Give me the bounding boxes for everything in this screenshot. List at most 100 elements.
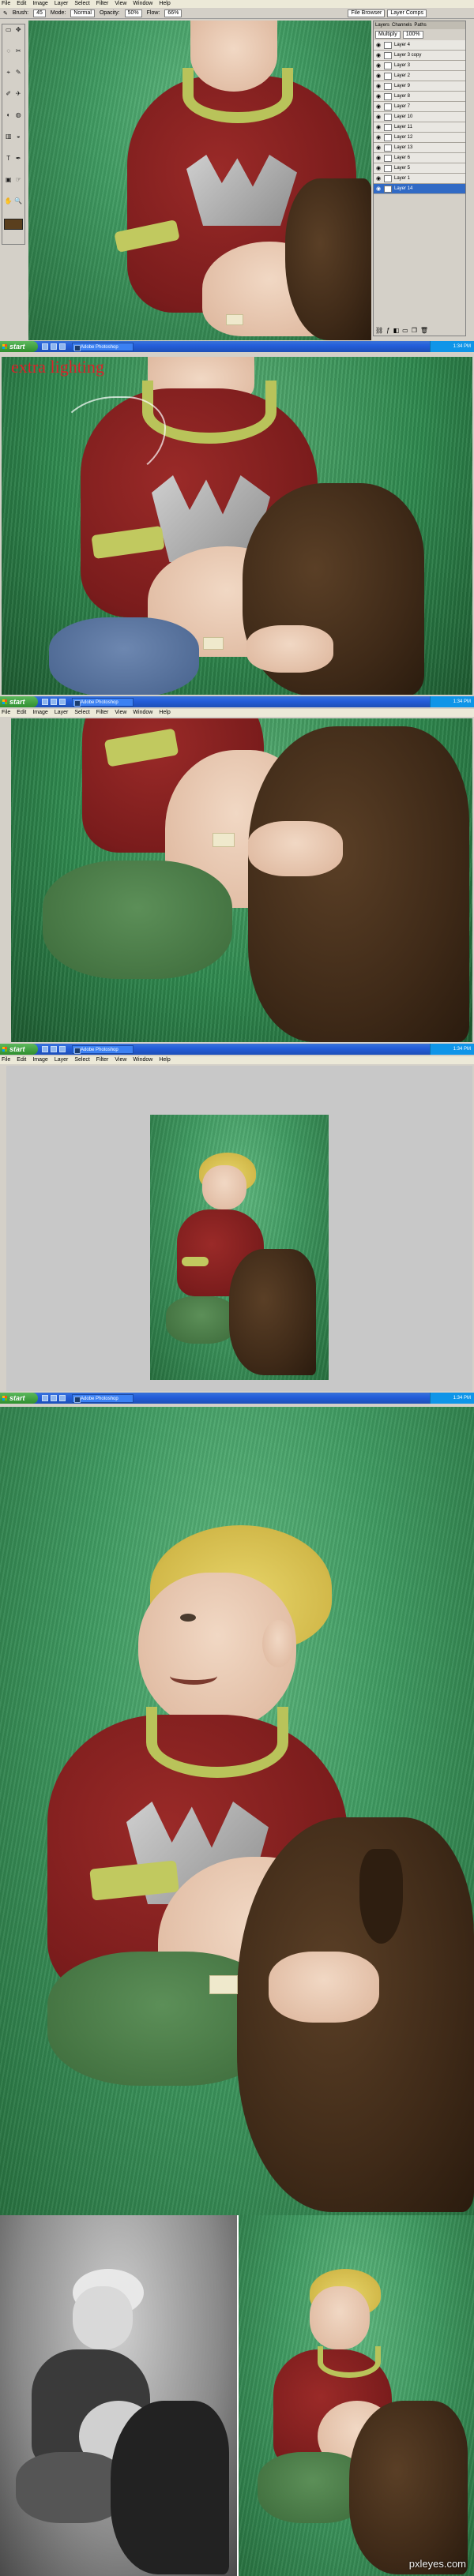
hand-tool-icon[interactable]: ✋ — [4, 197, 13, 205]
menu-view[interactable]: View — [115, 1056, 126, 1064]
layer-row[interactable]: ◉ Layer 3 copy — [374, 51, 465, 61]
blur-tool-icon[interactable]: ◍ — [14, 111, 24, 119]
start-button[interactable]: start — [0, 341, 38, 352]
layer-style-icon[interactable]: ƒ — [386, 327, 389, 334]
quicklaunch-icon[interactable] — [51, 1395, 57, 1401]
quicklaunch-icon[interactable] — [42, 343, 48, 350]
crop-tool-icon[interactable]: ✂ — [14, 47, 24, 55]
eye-icon[interactable]: ◉ — [375, 155, 382, 161]
menu-edit[interactable]: Edit — [17, 0, 26, 8]
quicklaunch-icon[interactable] — [59, 1046, 66, 1052]
menu-file[interactable]: File — [2, 709, 10, 717]
quicklaunch-icon[interactable] — [59, 699, 66, 705]
file-browser-button[interactable]: File Browser — [348, 9, 386, 17]
layer-row[interactable]: ◉ Layer 7 — [374, 102, 465, 112]
menu-edit[interactable]: Edit — [17, 709, 26, 717]
eye-icon[interactable]: ◉ — [375, 73, 382, 79]
menu-select[interactable]: Select — [74, 1056, 89, 1064]
menu-view[interactable]: View — [115, 0, 126, 8]
layer-row[interactable]: ◉ Layer 9 — [374, 81, 465, 92]
document-canvas[interactable] — [11, 718, 472, 1042]
menu-view[interactable]: View — [115, 709, 126, 717]
brush-tool-icon[interactable]: ✎ — [3, 10, 8, 17]
eye-icon[interactable]: ◉ — [375, 62, 382, 69]
taskbar-app-button[interactable]: Adobe Photoshop — [72, 697, 134, 707]
menu-help[interactable]: Help — [159, 0, 170, 8]
lasso-tool-icon[interactable]: ◌ — [4, 47, 13, 55]
menu-layer[interactable]: Layer — [55, 709, 69, 717]
menu-layer[interactable]: Layer — [55, 0, 69, 8]
heal-tool-icon[interactable]: ⌖ — [4, 69, 13, 77]
brush-size-field[interactable]: 45 — [33, 9, 46, 17]
pen-tool-icon[interactable]: ✒ — [14, 155, 24, 163]
layer-row-active[interactable]: ◉ Layer 14 — [374, 184, 465, 194]
document-canvas[interactable] — [28, 21, 371, 340]
taskbar-app-button[interactable]: Adobe Photoshop — [72, 1044, 134, 1054]
link-icon[interactable]: ⛓ — [375, 327, 383, 334]
notes-tool-icon[interactable]: ☞ — [14, 176, 24, 184]
layer-row[interactable]: ◉ Layer 11 — [374, 122, 465, 133]
trash-icon[interactable]: 🗑 — [420, 327, 428, 334]
menu-help[interactable]: Help — [159, 709, 170, 717]
zoom-tool-icon[interactable]: 🔍 — [14, 197, 24, 205]
menu-window[interactable]: Window — [133, 0, 152, 8]
quicklaunch-icon[interactable] — [59, 1395, 66, 1401]
eye-icon[interactable]: ◉ — [375, 52, 382, 58]
mode-select[interactable]: Normal — [70, 9, 95, 17]
eye-icon[interactable]: ◉ — [375, 144, 382, 151]
quicklaunch-icon[interactable] — [59, 343, 66, 350]
clone-tool-icon[interactable]: ✈ — [14, 90, 24, 98]
menu-image[interactable]: Image — [32, 0, 47, 8]
eye-icon[interactable]: ◉ — [375, 186, 382, 192]
quicklaunch-icon[interactable] — [42, 699, 48, 705]
layer-opacity-field[interactable]: 100% — [402, 31, 423, 39]
layer-row[interactable]: ◉ Layer 4 — [374, 40, 465, 51]
dodge-tool-icon[interactable]: ◐ — [4, 111, 13, 119]
menu-image[interactable]: Image — [32, 709, 47, 717]
type-tool-icon[interactable]: T — [4, 155, 13, 163]
eye-icon[interactable]: ◉ — [375, 175, 382, 182]
layer-row[interactable]: ◉ Layer 10 — [374, 112, 465, 122]
tab-layers[interactable]: Layers — [375, 21, 389, 29]
folder-icon[interactable]: ▭ — [402, 327, 408, 334]
layer-row[interactable]: ◉ Layer 12 — [374, 133, 465, 143]
menu-layer[interactable]: Layer — [55, 1056, 69, 1064]
blend-mode-select[interactable]: Multiply — [375, 31, 401, 39]
move-tool-icon[interactable]: ✥ — [14, 26, 24, 34]
layer-row[interactable]: ◉ Layer 13 — [374, 143, 465, 153]
menu-file[interactable]: File — [2, 1056, 10, 1064]
layer-row[interactable]: ◉ Layer 8 — [374, 92, 465, 102]
layer-row[interactable]: ◉ Layer 1 — [374, 174, 465, 184]
eye-icon[interactable]: ◉ — [375, 134, 382, 141]
eye-icon[interactable]: ◉ — [375, 124, 382, 130]
flow-field[interactable]: 66% — [164, 9, 182, 17]
mask-icon[interactable]: ◧ — [393, 327, 400, 334]
start-button[interactable]: start — [0, 1393, 38, 1404]
quicklaunch-icon[interactable] — [51, 699, 57, 705]
eye-icon[interactable]: ◉ — [375, 114, 382, 120]
burn-tool-icon[interactable]: ◒ — [14, 133, 24, 141]
layer-row[interactable]: ◉ Layer 6 — [374, 153, 465, 163]
eye-icon[interactable]: ◉ — [375, 103, 382, 110]
eye-icon[interactable]: ◉ — [375, 165, 382, 171]
layer-row[interactable]: ◉ Layer 2 — [374, 71, 465, 81]
menu-select[interactable]: Select — [74, 0, 89, 8]
start-button[interactable]: start — [0, 1044, 38, 1055]
quicklaunch-icon[interactable] — [51, 343, 57, 350]
tab-channels[interactable]: Channels — [392, 21, 412, 29]
menu-select[interactable]: Select — [74, 709, 89, 717]
quicklaunch-icon[interactable] — [51, 1046, 57, 1052]
taskbar-app-button[interactable]: Adobe Photoshop — [72, 342, 134, 351]
menu-filter[interactable]: Filter — [96, 709, 109, 717]
tab-paths[interactable]: Paths — [414, 21, 426, 29]
quicklaunch-icon[interactable] — [42, 1046, 48, 1052]
new-layer-icon[interactable]: ❐ — [412, 327, 417, 334]
shape-tool-icon[interactable]: ▣ — [4, 176, 13, 184]
menu-edit[interactable]: Edit — [17, 1056, 26, 1064]
eye-icon[interactable]: ◉ — [375, 93, 382, 99]
layer-row[interactable]: ◉ Layer 3 — [374, 61, 465, 71]
quicklaunch-icon[interactable] — [42, 1395, 48, 1401]
taskbar-app-button[interactable]: Adobe Photoshop — [72, 1393, 134, 1403]
menu-filter[interactable]: Filter — [96, 0, 109, 8]
start-button[interactable]: start — [0, 696, 38, 707]
